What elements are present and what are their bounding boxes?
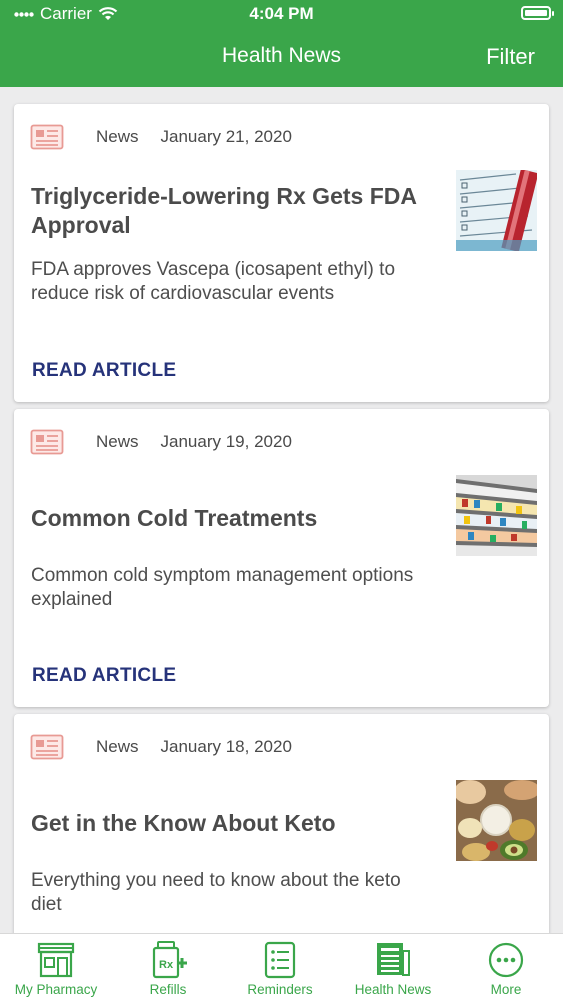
news-feed[interactable]: News January 21, 2020 Triglyceride-Lower… (0, 87, 563, 933)
battery-icon (521, 6, 554, 20)
news-card[interactable]: News January 21, 2020 Triglyceride-Lower… (14, 104, 549, 402)
article-date: January 19, 2020 (160, 432, 292, 451)
newspaper-icon (377, 943, 410, 976)
checklist-icon (264, 941, 296, 979)
news-card[interactable]: News January 19, 2020 Common Cold Treatm… (14, 409, 549, 707)
read-article-button[interactable]: READ ARTICLE (32, 360, 176, 382)
tab-more[interactable]: More (450, 934, 562, 1000)
pharmacy-store-icon (37, 942, 75, 978)
keto-diet-foods-image (456, 780, 537, 861)
tab-refills[interactable]: Rx Refills (112, 934, 224, 1000)
article-type: News (96, 737, 139, 756)
tab-bar: My Pharmacy Rx Refills Reminders Health … (0, 933, 563, 1000)
article-description: Everything you need to know about the ke… (31, 870, 401, 915)
card-meta: News January 21, 2020 (30, 122, 292, 152)
newspaper-icon (30, 734, 64, 760)
article-type: News (96, 432, 139, 451)
svg-text:Rx: Rx (159, 959, 174, 971)
more-dots-icon (488, 942, 524, 978)
article-type: News (96, 127, 139, 146)
page-title: Health News (221, 44, 342, 67)
tab-reminders[interactable]: Reminders (224, 934, 336, 1000)
article-title[interactable]: Common Cold Treatments (31, 504, 431, 533)
article-title[interactable]: Get in the Know About Keto (31, 809, 431, 838)
status-time: 4:04 PM (249, 4, 314, 23)
newspaper-icon (30, 124, 64, 150)
article-date: January 21, 2020 (160, 127, 292, 146)
card-meta: News January 19, 2020 (30, 427, 292, 457)
article-date: January 18, 2020 (160, 737, 292, 756)
article-description: Common cold symptom management options e… (31, 565, 414, 610)
tab-label: Refills (149, 982, 187, 997)
tab-my-pharmacy[interactable]: My Pharmacy (0, 934, 112, 1000)
newspaper-icon (30, 429, 64, 455)
tab-label: Health News (354, 982, 432, 997)
article-description: FDA approves Vascepa (icosapent ethyl) t… (31, 259, 396, 304)
status-bar: Carrier 4:04 PM (0, 0, 563, 28)
news-card[interactable]: News January 18, 2020 Get in the Know Ab… (14, 714, 549, 933)
filter-button[interactable]: Filter (486, 44, 535, 70)
lipid-profile-form-image (456, 170, 537, 251)
card-meta: News January 18, 2020 (30, 732, 292, 762)
rx-refill-icon: Rx (152, 941, 187, 979)
tab-health-news[interactable]: Health News (337, 934, 449, 1000)
app-header: Carrier 4:04 PM Health News Filter (0, 0, 563, 87)
tab-label: More (490, 982, 522, 997)
tab-label: My Pharmacy (14, 982, 98, 997)
tab-label: Reminders (247, 982, 313, 997)
read-article-button[interactable]: READ ARTICLE (32, 665, 176, 687)
pharmacy-shelves-image (456, 475, 537, 556)
article-title[interactable]: Triglyceride-Lowering Rx Gets FDA Approv… (31, 182, 431, 240)
